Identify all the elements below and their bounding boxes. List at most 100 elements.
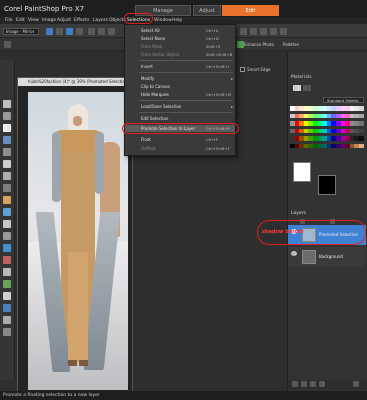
materials-tab-icon[interactable] [303, 85, 311, 91]
menu-item-defloat[interactable]: Defloat Ctrl+Shift+F [125, 145, 235, 152]
zoom-tool-icon[interactable] [3, 112, 11, 120]
mask-icon[interactable] [301, 381, 307, 387]
menu-edit[interactable]: Edit [16, 18, 25, 23]
menu-separator [139, 112, 233, 113]
link-icon[interactable] [310, 381, 316, 387]
menu-item-invert[interactable]: Invert Ctrl+Shift+I [125, 63, 235, 70]
tools-toolbar [0, 60, 15, 380]
swatch-set-dropdown[interactable]: Standard Palette [323, 97, 364, 103]
menu-item-modify[interactable]: Modify ▸ [125, 75, 235, 82]
crop-tool-icon[interactable] [3, 172, 11, 180]
eye-icon[interactable] [291, 251, 297, 256]
preset-dropdown[interactable]: Image - Mirror [3, 28, 39, 35]
color-swatch[interactable] [359, 143, 364, 148]
menu-adjust[interactable]: Adjust [57, 18, 71, 23]
dropper-tool-icon[interactable] [3, 160, 11, 168]
menu-effects[interactable]: Effects [74, 18, 89, 23]
document-title[interactable]: hijab%20fashion (4)* @ 39% (Promoted Sel… [18, 78, 132, 86]
warp-tool-icon[interactable] [3, 328, 11, 336]
move-tool-icon[interactable] [3, 148, 11, 156]
color-swatch[interactable] [359, 136, 364, 141]
redo-icon[interactable] [98, 28, 105, 35]
paint-brush-icon[interactable] [3, 244, 11, 252]
materials-tab-icon[interactable] [293, 85, 301, 91]
foreground-swatch[interactable] [293, 162, 311, 182]
shape-tool-icon[interactable] [3, 304, 11, 312]
annotation-ring-menu [124, 13, 153, 24]
selection-tool-icon[interactable] [3, 124, 11, 132]
print-icon[interactable] [76, 28, 83, 35]
color-swatch[interactable] [359, 106, 364, 111]
straighten-tool-icon[interactable] [3, 184, 11, 192]
open-icon[interactable] [56, 28, 63, 35]
enhance-photo-button[interactable]: Enhance Photo [244, 42, 274, 47]
makeover-tool-icon[interactable] [3, 208, 11, 216]
cut-icon[interactable] [108, 28, 115, 35]
palettes-button[interactable]: Palettes [283, 42, 299, 47]
zoom-icon[interactable] [250, 28, 257, 35]
delete-layer-icon[interactable] [353, 381, 359, 387]
menu-separator [139, 72, 233, 73]
background-swatch[interactable] [318, 175, 336, 195]
fill-tool-icon[interactable] [3, 280, 11, 288]
menu-item-load-save-selection[interactable]: Load/Save Selection ▸ [125, 103, 235, 110]
model-face [73, 116, 82, 126]
menu-file[interactable]: File [5, 18, 13, 23]
menu-item-float[interactable]: Float Ctrl+F [125, 136, 235, 143]
group-icon[interactable] [319, 381, 325, 387]
stop-icon[interactable] [280, 28, 287, 35]
menu-item-from-mask[interactable]: From Mask Shift+S [125, 43, 235, 50]
menu-help[interactable]: Help [172, 18, 182, 23]
dodge-tool-icon[interactable] [3, 268, 11, 276]
status-bar: Promote a floating selection to a new la… [0, 391, 367, 400]
menu-item-clip-to-canvas[interactable]: Clip to Canvas [125, 83, 235, 90]
enhance-photo-icon[interactable] [237, 41, 244, 48]
smart-edge-checkbox[interactable] [240, 67, 245, 72]
color-palette[interactable] [290, 106, 365, 154]
color-swatch[interactable] [359, 113, 364, 118]
menu-separator [139, 60, 233, 61]
red-eye-tool-icon[interactable] [3, 196, 11, 204]
menu-item-from-vector-object[interactable]: From Vector Object Shift+Shift+B [125, 51, 235, 58]
selections-menu-dropdown: Select All Ctrl+A Select None Ctrl+D Fro… [124, 24, 236, 156]
document-window[interactable]: hijab%20fashion (4)* @ 39% (Promoted Sel… [17, 77, 133, 392]
tool-preset-icon[interactable] [4, 41, 11, 48]
menu-item-edit-selection[interactable]: Edit Selection [125, 115, 235, 122]
new-file-icon[interactable] [46, 28, 53, 35]
new-layer-icon[interactable] [292, 381, 298, 387]
eraser-tool-icon[interactable] [3, 256, 11, 264]
menu-layers[interactable]: Layers [93, 18, 108, 23]
menu-image[interactable]: Image [42, 18, 56, 23]
model-trousers [68, 252, 88, 362]
menu-item-hide-marquee[interactable]: Hide Marquee Ctrl+Shift+M [125, 91, 235, 98]
undo-icon[interactable] [88, 28, 95, 35]
model-shoe-left [68, 360, 77, 366]
pick-tool-icon[interactable] [3, 136, 11, 144]
menu-window[interactable]: Window [154, 18, 172, 23]
record-icon[interactable] [270, 28, 277, 35]
save-icon[interactable] [66, 28, 73, 35]
tab-adjust[interactable]: Adjust [193, 5, 221, 16]
color-swatch[interactable] [359, 121, 364, 126]
pen-tool-icon[interactable] [3, 316, 11, 324]
pan-tool-icon[interactable] [3, 100, 11, 108]
model-sleeve-left [52, 132, 61, 202]
text-tool-icon[interactable] [3, 292, 11, 300]
menu-view[interactable]: View [28, 18, 39, 23]
layer-row-background[interactable]: Background [288, 247, 366, 267]
annotation-ring-promote [122, 123, 239, 134]
script-icon[interactable] [260, 28, 267, 35]
layers-palette-title: Layers [291, 211, 306, 216]
materials-palette-title: Materials [291, 75, 312, 80]
clone-tool-icon[interactable] [3, 220, 11, 228]
tab-edit[interactable]: Edit [222, 5, 279, 16]
fit-icon[interactable] [240, 28, 247, 35]
menu-item-select-all[interactable]: Select All Ctrl+A [125, 27, 235, 34]
scratch-remover-icon[interactable] [3, 232, 11, 240]
color-swatch[interactable] [359, 128, 364, 133]
menu-item-select-none[interactable]: Select None Ctrl+D [125, 35, 235, 42]
menu-separator [139, 100, 233, 101]
layers-bottom-toolbar [288, 380, 367, 390]
image-canvas[interactable] [28, 92, 128, 390]
submenu-arrow-icon: ▸ [231, 76, 234, 81]
